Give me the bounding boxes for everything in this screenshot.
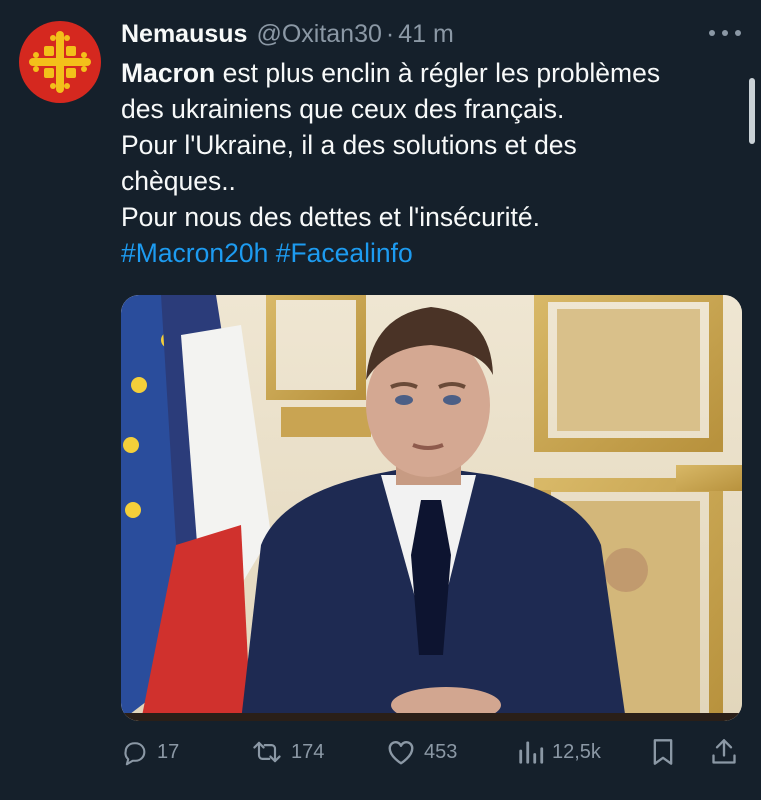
tweet-text: Macron est plus enclin à régler les prob… bbox=[121, 55, 736, 271]
occitan-cross-icon bbox=[29, 31, 91, 93]
photo-content bbox=[121, 295, 742, 721]
separator-dot: · bbox=[385, 19, 395, 48]
retweet-count: 174 bbox=[291, 740, 325, 763]
more-options-icon[interactable] bbox=[709, 23, 741, 43]
avatar[interactable] bbox=[19, 21, 101, 103]
timestamp[interactable]: 41 m bbox=[398, 20, 454, 49]
like-count: 453 bbox=[424, 740, 458, 763]
hashtag-macron20h[interactable]: #Macron20h bbox=[121, 238, 268, 268]
tweet-text-bold: Macron bbox=[121, 58, 216, 88]
view-count: 12,5k bbox=[552, 740, 601, 763]
reply-count: 17 bbox=[157, 740, 180, 763]
tweet-text-line4: chèques.. bbox=[121, 166, 236, 196]
tweet-text-line3: Pour l'Ukraine, il a des solutions et de… bbox=[121, 130, 577, 160]
heart-icon bbox=[388, 741, 414, 765]
views-chart-icon bbox=[519, 741, 544, 764]
bookmark-button[interactable] bbox=[651, 730, 675, 774]
reply-button[interactable]: 17 bbox=[121, 730, 179, 774]
author-handle[interactable]: @Oxitan30 bbox=[256, 20, 381, 49]
share-button[interactable] bbox=[711, 730, 737, 774]
retweet-button[interactable]: 174 bbox=[251, 730, 324, 774]
author-name[interactable]: Nemausus bbox=[121, 20, 247, 49]
like-button[interactable]: 453 bbox=[386, 730, 457, 774]
tweet-text-line1: est plus enclin à régler les problèmes bbox=[215, 58, 661, 88]
share-icon bbox=[712, 739, 736, 764]
scrollbar[interactable] bbox=[749, 78, 755, 144]
hashtag-facealinfo[interactable]: #Facealinfo bbox=[276, 238, 413, 268]
tweet-media-photo[interactable] bbox=[121, 295, 742, 721]
retweet-icon bbox=[253, 741, 281, 763]
views-button[interactable]: 12,5k bbox=[518, 730, 601, 774]
tweet-text-line5: Pour nous des dettes et l'insécurité. bbox=[121, 202, 540, 232]
tweet-actions: 17 174 453 12,5k bbox=[121, 730, 743, 774]
tweet-header: Nemausus @Oxitan30 · 41 m bbox=[121, 17, 741, 51]
bookmark-icon bbox=[653, 739, 673, 765]
tweet-text-line2: des ukrainiens que ceux des français. bbox=[121, 94, 565, 124]
reply-icon bbox=[124, 742, 146, 766]
